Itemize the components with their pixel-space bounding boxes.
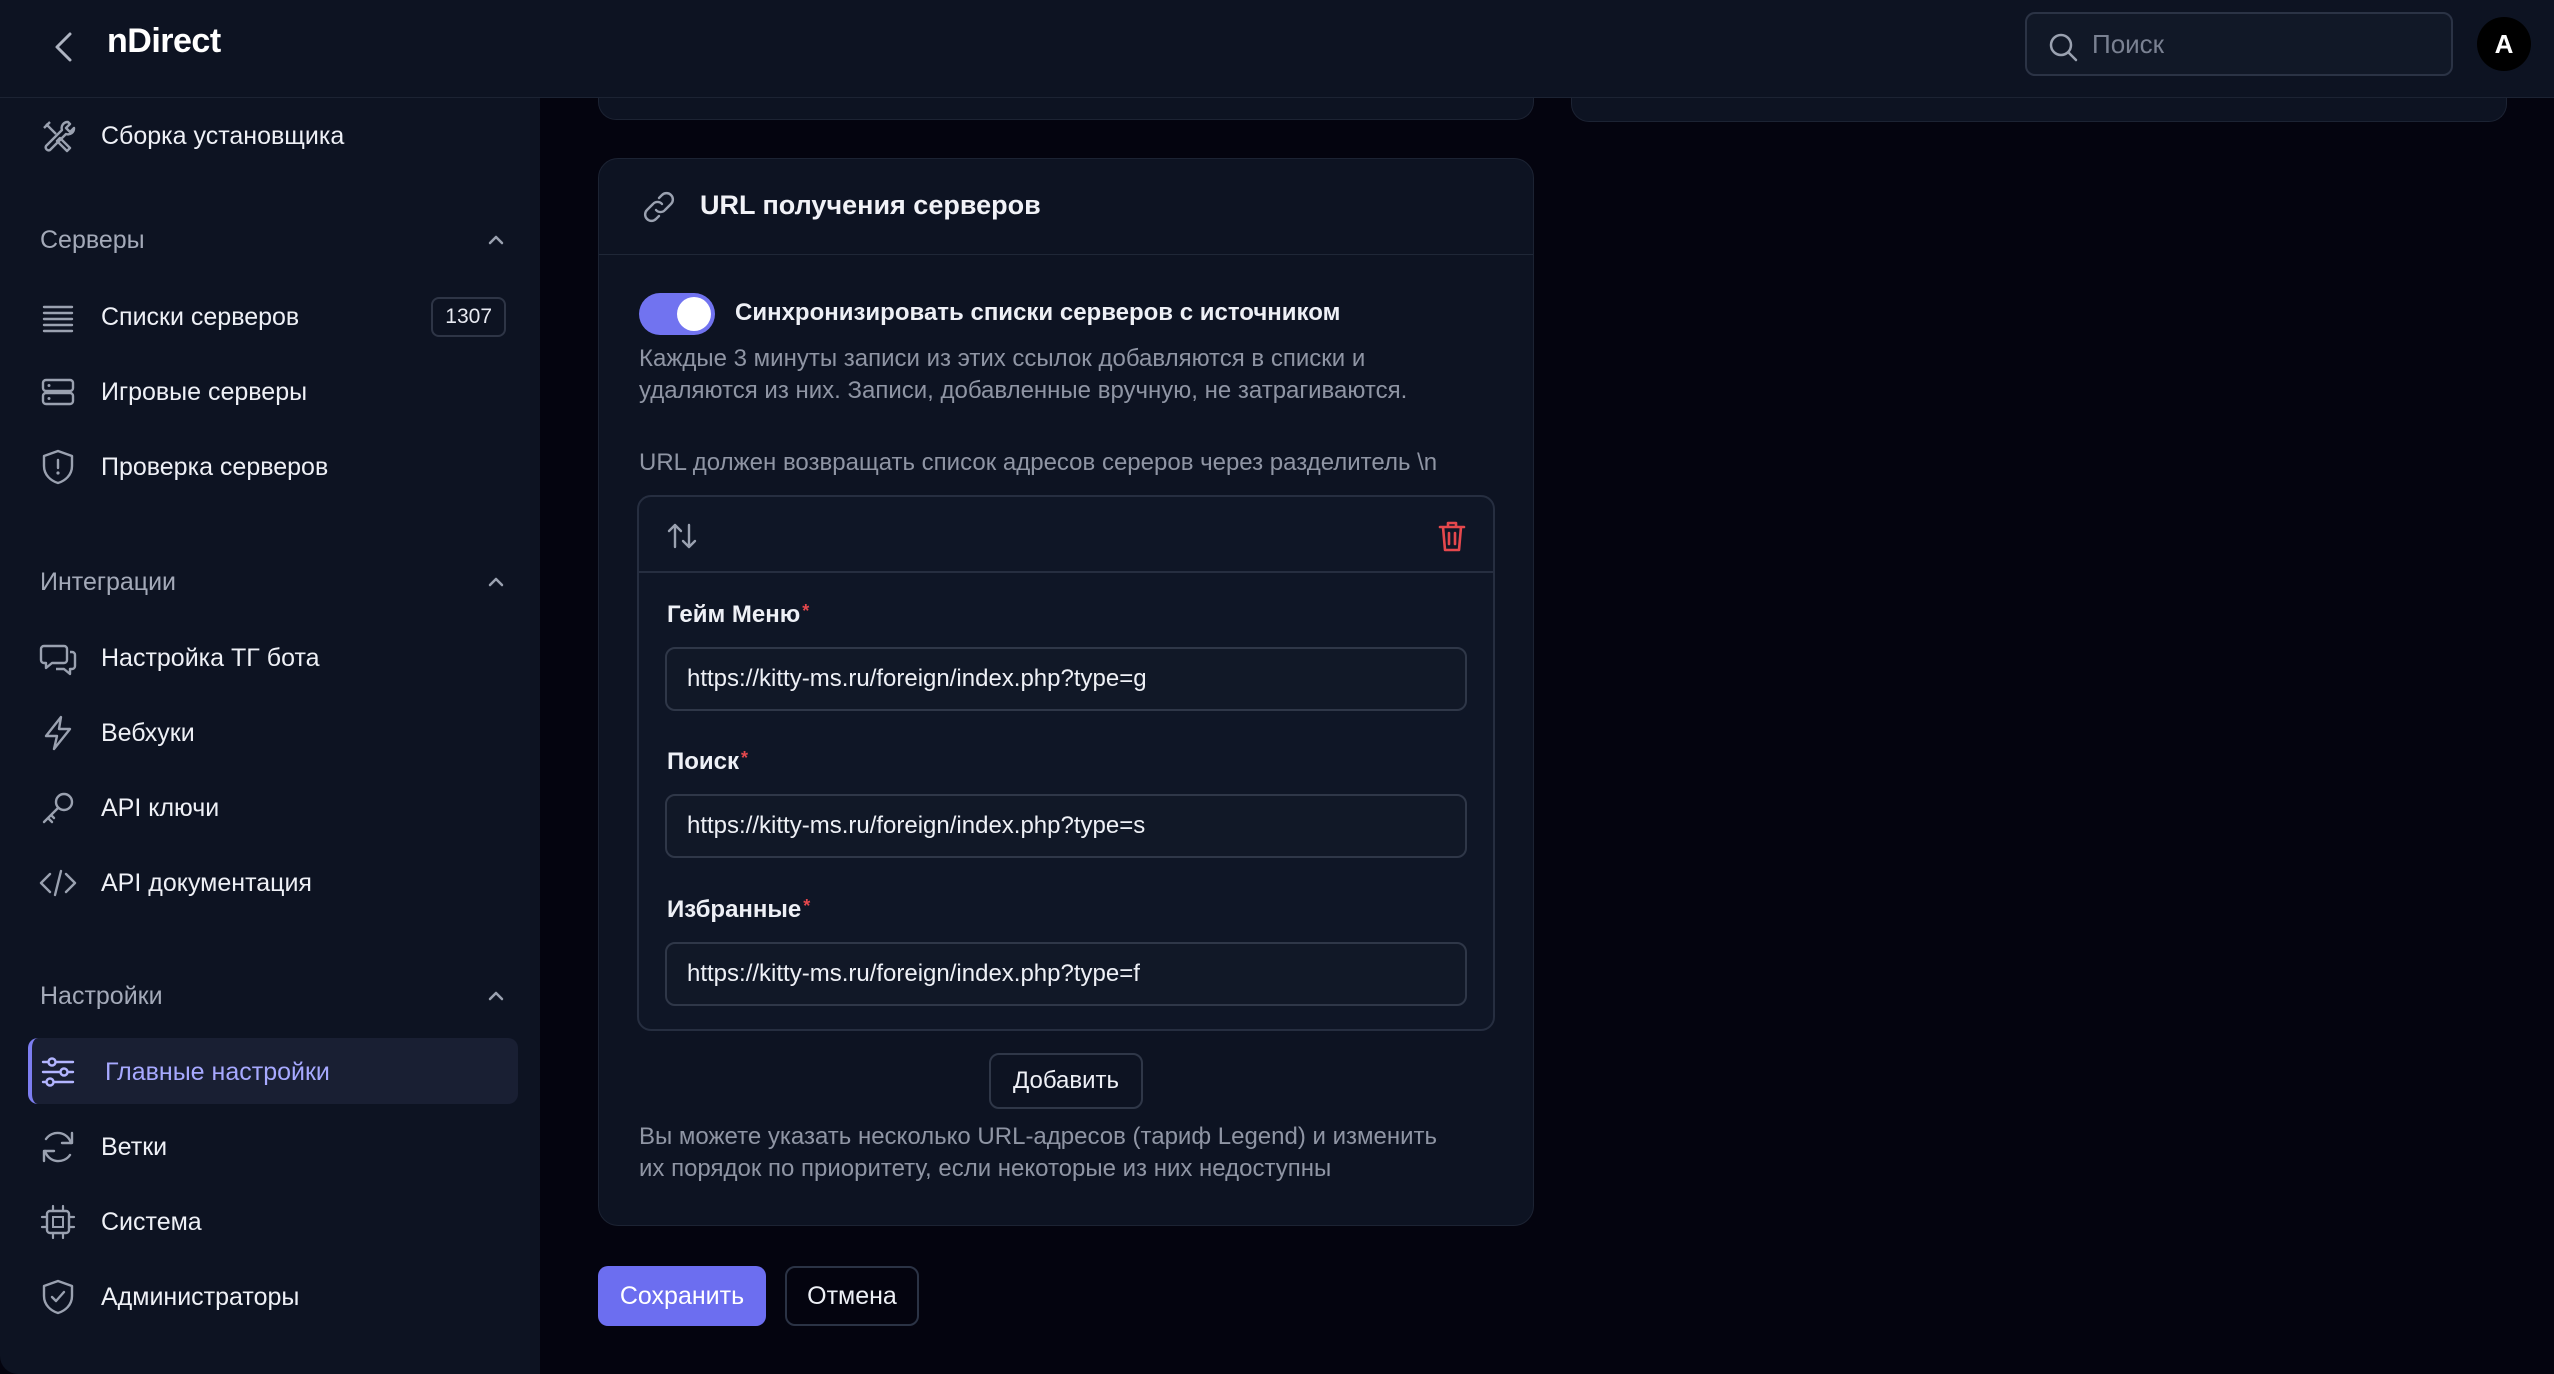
section-title: Серверы [40,226,145,254]
lightning-icon [44,715,72,751]
search-box[interactable] [2025,12,2453,76]
previous-card-bottom [598,98,1534,120]
sidebar-item-label: Игровые серверы [101,378,308,406]
key-icon [42,792,74,824]
required-mark: * [802,601,810,621]
chevron-left-icon [55,32,72,62]
field-label-favorites: Избранные * [667,896,811,923]
app-title: nDirect [107,22,221,60]
footer-note-line1: Вы можете указать несколько URL-адресов … [639,1123,1437,1150]
code-icon [39,869,77,897]
server-icon [41,378,75,406]
sidebar-item-label: API ключи [101,794,220,822]
chevron-up-icon [488,991,504,1001]
chevron-up-icon [488,577,504,587]
game-menu-url-input[interactable] [665,647,1467,711]
top-bar: nDirect A [0,0,2554,98]
field-label-search: Поиск * [667,748,749,775]
chat-icon [39,644,77,676]
toggle-knob [677,297,711,331]
shield-alert-icon [42,449,74,485]
sync-description-line1: Каждые 3 минуты записи из этих ссылок до… [639,345,1366,372]
sidebar-item-system[interactable]: Система [28,1188,518,1254]
favorites-url-input[interactable] [665,942,1467,1006]
sidebar-item-api-docs[interactable]: API документация [28,849,518,915]
sidebar-item-label: Система [101,1208,202,1236]
sidebar: Сборка установщика Серверы Списки сервер… [0,98,540,1374]
required-mark: * [803,896,811,916]
tools-icon [43,120,76,153]
sidebar-item-label: Настройка ТГ бота [101,644,320,672]
sidebar-item-label: Сборка установщика [101,122,345,150]
sidebar-item-admins[interactable]: Администраторы [28,1263,518,1329]
shield-check-icon [42,1279,74,1315]
sync-description-line2: удаляются из них. Записи, добавленные вр… [639,377,1408,404]
add-url-button[interactable]: Добавить [989,1053,1143,1109]
sync-toggle-label: Синхронизировать списки серверов с источ… [735,299,1341,326]
sidebar-item-label: Проверка серверов [101,453,329,481]
refresh-icon [42,1131,74,1163]
cancel-button[interactable]: Отмена [785,1266,919,1326]
section-header-servers[interactable]: Серверы [28,220,518,260]
section-header-settings[interactable]: Настройки [28,976,518,1016]
search-url-input[interactable] [665,794,1467,858]
url-hint: URL должен возвращать список адресов сер… [639,449,1438,476]
server-url-card: URL получения серверов Синхронизировать … [598,158,1534,1226]
url-group-toolbar [639,497,1493,573]
card-header: URL получения серверов [599,159,1533,255]
avatar[interactable]: A [2477,17,2531,71]
count-badge: 1307 [431,297,506,337]
card-title: URL получения серверов [700,190,1041,220]
required-mark: * [741,748,749,768]
side-card-bottom [1571,98,2507,122]
search-icon [2049,33,2078,62]
sidebar-item-label: Вебхуки [101,719,195,747]
save-button[interactable]: Сохранить [598,1266,766,1326]
sidebar-item-label: Ветки [101,1133,168,1161]
sidebar-item-server-check[interactable]: Проверка серверов [28,433,518,499]
link-icon [644,192,674,222]
sidebar-item-label: Главные настройки [105,1058,330,1086]
sidebar-item-label: API документация [101,869,312,897]
sidebar-item-api-keys[interactable]: API ключи [28,774,518,840]
sidebar-item-main-settings[interactable]: Главные настройки [28,1038,518,1104]
sync-toggle[interactable] [639,293,715,335]
sort-arrows-icon[interactable] [665,519,699,553]
sidebar-item-webhooks[interactable]: Вебхуки [28,699,518,765]
sidebar-item-branches[interactable]: Ветки [28,1113,518,1179]
section-header-integrations[interactable]: Интеграции [28,562,518,602]
back-button[interactable] [40,22,90,72]
trash-icon[interactable] [1437,519,1467,553]
section-title: Интеграции [40,568,177,596]
cpu-icon [40,1204,76,1240]
chevron-up-icon [488,235,504,245]
sidebar-item-installer-build[interactable]: Сборка установщика [28,102,518,168]
sidebar-item-label: Администраторы [101,1283,300,1311]
section-title: Настройки [40,982,163,1010]
search-input[interactable] [2092,24,2432,64]
list-icon [42,305,74,333]
sidebar-item-tg-bot[interactable]: Настройка ТГ бота [28,624,518,690]
sliders-icon [41,1057,75,1087]
field-label-game-menu: Гейм Меню * [667,601,810,628]
sidebar-item-game-servers[interactable]: Игровые серверы [28,358,518,424]
sidebar-item-label: Списки серверов [101,303,300,331]
footer-note-line2: их порядок по приоритету, если некоторые… [639,1155,1332,1182]
url-group: Гейм Меню* Поиск* Избранные* [637,495,1495,1031]
sidebar-item-server-lists[interactable]: Списки серверов 1307 [28,283,518,349]
